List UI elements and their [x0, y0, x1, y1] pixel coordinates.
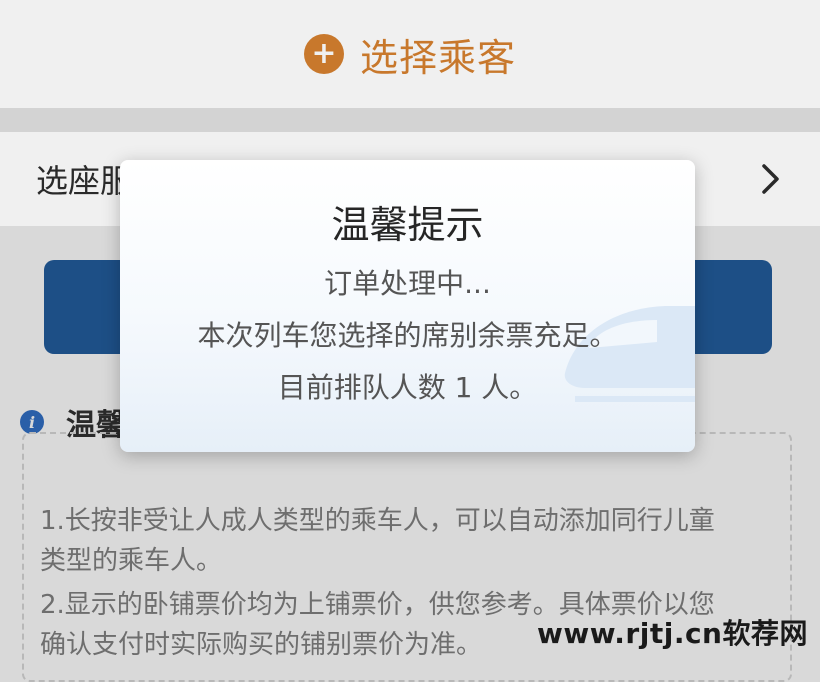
dialog-message-line: 目前排队人数 1 人。	[277, 371, 538, 404]
select-passenger-label: 选择乘客	[359, 35, 516, 80]
chevron-right-icon	[762, 164, 779, 194]
site-watermark: www.rjtj.cn软荐网	[536, 617, 808, 650]
select-passenger-button[interactable]: + 选择乘客	[0, 0, 820, 108]
order-processing-dialog: 温馨提示 订单处理中... 本次列车您选择的席别余票充足。 目前排队人数 1 人…	[120, 160, 695, 452]
plus-circle-icon: +	[303, 34, 344, 74]
tips-line: 确认支付时实际购买的铺别票价为准。	[40, 630, 483, 660]
tips-line: 类型的乘车人。	[40, 546, 223, 576]
seat-selection-label: 选座服	[36, 162, 133, 200]
dialog-message-line: 订单处理中...	[324, 267, 491, 300]
tips-line: 1.长按非受让人成人类型的乘车人，可以自动添加同行儿童	[40, 506, 715, 536]
dialog-title: 温馨提示	[331, 203, 484, 247]
dialog-message-line: 本次列车您选择的席别余票充足。	[197, 319, 618, 352]
order-page: + 选择乘客 选座服 i 温馨 1.长按非受让人成人类型的乘车人，可以自动添加同…	[0, 0, 820, 682]
info-icon: i	[20, 410, 44, 434]
section-divider	[0, 108, 820, 132]
